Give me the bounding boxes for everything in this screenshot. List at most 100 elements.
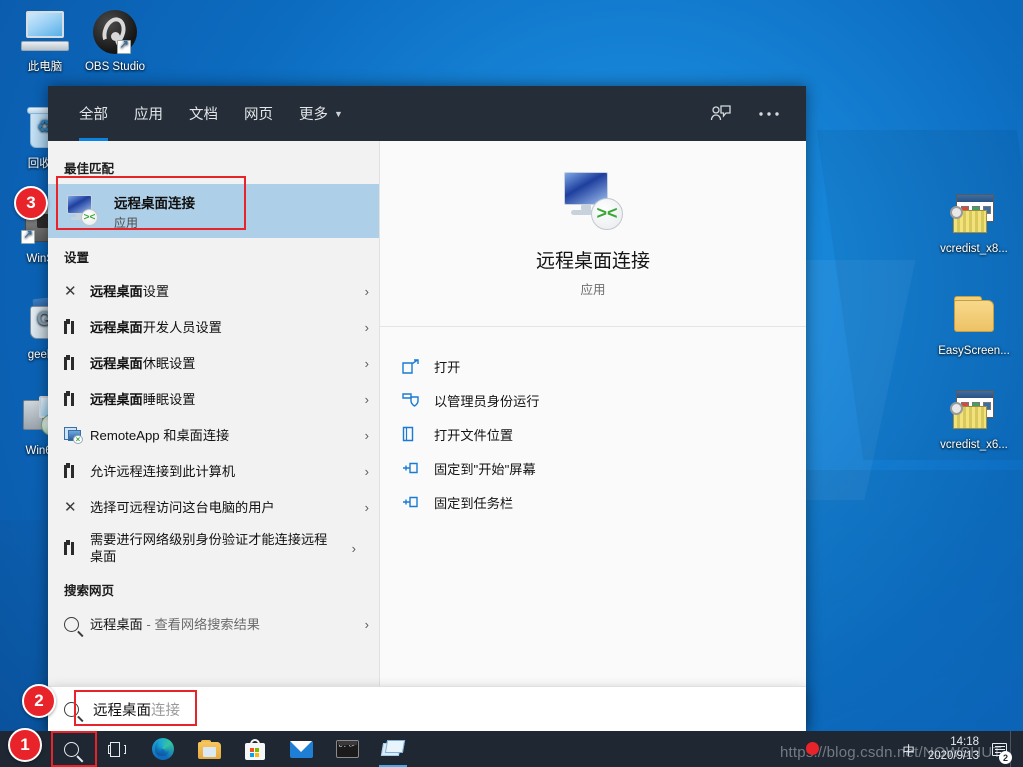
settings-row-select-remote-users[interactable]: ✕ 选择可远程访问这台电脑的用户 › — [48, 489, 379, 525]
chevron-right-icon: › — [364, 427, 369, 443]
settings-row-allow-remote-connections[interactable]: 允许远程连接到此计算机 › — [48, 453, 379, 489]
desktop-icon-label: vcredist_x8... — [940, 243, 1008, 255]
best-match-row[interactable]: >< 远程桌面连接 应用 — [48, 184, 379, 238]
preview-action-list: 打开 以管理员身份运行 打开文件位置 固定到"开始"屏幕 固定到任务栏 — [380, 327, 806, 519]
chevron-right-icon: › — [364, 319, 369, 335]
tab-label: 网页 — [244, 107, 273, 123]
folder-icon — [950, 292, 998, 340]
more-options-icon[interactable] — [754, 99, 784, 129]
settings-row-network-level-auth[interactable]: 需要进行网络级别身份验证才能连接远程桌面 › — [48, 525, 379, 571]
search-input-container[interactable]: 远程桌面连接 — [48, 686, 806, 731]
windows-search-panel: 全部 应用 文档 网页 更多 ▼ 最佳匹配 >< 远程桌面连接 应用 设置 ✕ … — [48, 86, 806, 731]
action-label: 以管理员身份运行 — [434, 393, 540, 409]
settings-row-remote-desktop-developer[interactable]: 远程桌面开发人员设置 › — [48, 309, 379, 345]
row-text-rest: 选择可远程访问这台电脑的用户 — [90, 499, 275, 515]
mail-icon — [289, 740, 313, 758]
remote-desktop-icon: >< — [561, 170, 625, 234]
row-text-rest: 开发人员设置 — [142, 319, 222, 335]
web-search-row[interactable]: 远程桌面 - 查看网络搜索结果 › — [48, 606, 379, 642]
tool-icon — [64, 318, 90, 336]
search-icon — [64, 616, 90, 632]
feedback-glyph — [710, 104, 731, 120]
edge-button[interactable] — [140, 731, 186, 767]
action-pin-to-taskbar[interactable]: 固定到任务栏 — [402, 485, 806, 519]
chevron-right-icon: › — [364, 355, 369, 371]
open-glyph — [402, 358, 419, 374]
action-label: 打开文件位置 — [434, 427, 514, 443]
chevron-right-icon: › — [364, 499, 369, 515]
microsoft-store-button[interactable] — [232, 731, 278, 767]
row-text-rest: 休眠设置 — [142, 355, 196, 371]
best-match-title-bold: 远程桌面 — [114, 195, 168, 211]
remote-x-icon: ✕ — [64, 499, 77, 516]
row-text-rest: - 查看网络搜索结果 — [142, 616, 260, 632]
action-pin-to-start[interactable]: 固定到"开始"屏幕 — [402, 451, 806, 485]
window-app-button[interactable] — [370, 731, 416, 767]
chevron-down-icon: ▼ — [334, 108, 343, 119]
action-label: 打开 — [434, 359, 461, 375]
desktop-icon-vcredist-x86[interactable]: vcredist_x8... — [931, 190, 1017, 256]
tool-icon — [64, 390, 90, 408]
row-text-rest: 需要进行网络级别身份验证才能连接远程桌面 — [90, 532, 328, 564]
search-input-suggestion: 连接 — [151, 702, 180, 719]
row-text-rest: 睡眠设置 — [142, 391, 196, 407]
row-text-rest: 设置 — [142, 283, 170, 299]
installer-icon — [950, 386, 998, 434]
annotation-marker-2: 2 — [22, 684, 56, 718]
settings-row-remote-desktop-hibernate[interactable]: 远程桌面休眠设置 › — [48, 345, 379, 381]
tab-label: 更多 — [299, 107, 328, 123]
preview-subtitle: 应用 — [580, 282, 606, 297]
folder-open-icon — [402, 426, 434, 442]
task-view-button[interactable] — [94, 731, 140, 767]
desktop-icon-label: vcredist_x6... — [940, 439, 1008, 451]
settings-row-remoteapp[interactable]: × RemoteApp 和桌面连接 › — [48, 417, 379, 453]
watermark-logo-icon — [806, 742, 819, 755]
section-title-best-match: 最佳匹配 — [64, 162, 115, 176]
mail-button[interactable] — [278, 731, 324, 767]
preview-title: 远程桌面连接 — [535, 250, 650, 272]
tab-more[interactable]: 更多 ▼ — [286, 86, 356, 141]
installer-icon — [950, 190, 998, 238]
desktop-icon-label: OBS Studio — [84, 61, 146, 73]
best-match-title: 远程桌面连接 — [114, 192, 195, 212]
feedback-icon[interactable] — [706, 99, 736, 129]
tab-web[interactable]: 网页 — [231, 86, 286, 141]
tab-apps[interactable]: 应用 — [121, 86, 176, 141]
ellipsis-glyph — [759, 111, 779, 116]
task-view-icon — [108, 741, 126, 757]
settings-row-remote-desktop-settings[interactable]: ✕ 远程桌面设置 › — [48, 273, 379, 309]
open-icon — [402, 358, 434, 374]
annotation-marker-1: 1 — [8, 728, 42, 762]
desktop-icon-obs-studio[interactable]: OBS Studio — [72, 8, 158, 74]
desktop-icon-easyscreen[interactable]: EasyScreen... — [931, 292, 1017, 358]
tab-label: 应用 — [134, 107, 163, 123]
desktop-icon-vcredist-x64[interactable]: vcredist_x6... — [931, 386, 1017, 452]
desktop-icon-label: EasyScreen... — [938, 345, 1010, 357]
file-explorer-button[interactable] — [186, 731, 232, 767]
chevron-right-icon: › — [364, 283, 369, 299]
action-open-file-location[interactable]: 打开文件位置 — [402, 417, 806, 451]
tab-label: 文档 — [189, 107, 218, 123]
action-open[interactable]: 打开 — [402, 349, 806, 383]
chevron-right-icon: › — [364, 463, 369, 479]
tool-icon — [64, 462, 90, 480]
row-text-bold: 远程桌面 — [90, 319, 143, 335]
store-icon — [245, 738, 265, 760]
remoteapp-icon: × — [64, 426, 90, 444]
search-panel-header: 全部 应用 文档 网页 更多 ▼ — [48, 86, 806, 141]
tab-documents[interactable]: 文档 — [176, 86, 231, 141]
command-prompt-button[interactable] — [324, 731, 370, 767]
search-tabs: 全部 应用 文档 网页 更多 ▼ — [66, 86, 356, 141]
taskbar-search-button[interactable] — [48, 731, 94, 767]
tab-label: 全部 — [79, 107, 108, 123]
row-text-rest: 允许远程连接到此计算机 — [90, 463, 236, 479]
show-desktop-button[interactable] — [1010, 731, 1017, 767]
section-title-web-search: 搜索网页 — [64, 584, 115, 598]
settings-row-remote-desktop-sleep[interactable]: 远程桌面睡眠设置 › — [48, 381, 379, 417]
search-input[interactable]: 远程桌面连接 — [93, 699, 180, 720]
tool-icon — [64, 354, 90, 372]
action-run-as-admin[interactable]: 以管理员身份运行 — [402, 383, 806, 417]
best-match-title-rest: 连接 — [168, 195, 195, 211]
row-text-bold: 远程桌面 — [90, 616, 143, 632]
tab-all[interactable]: 全部 — [66, 86, 121, 141]
